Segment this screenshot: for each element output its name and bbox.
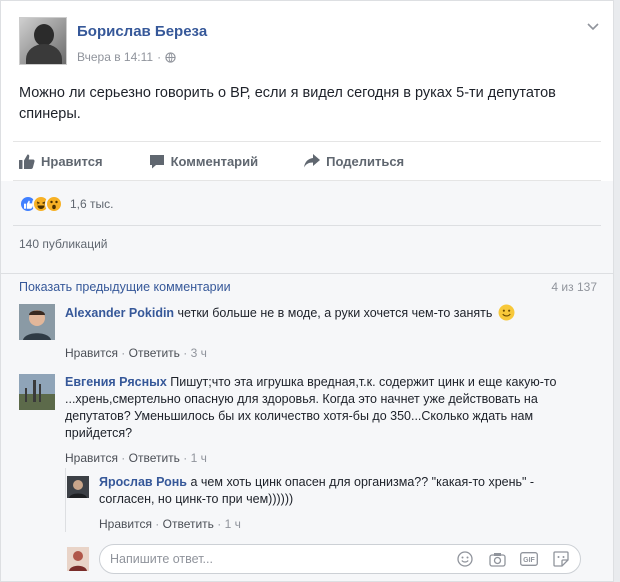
share-arrow-icon [304, 154, 321, 168]
like-label: Нравится [41, 153, 103, 169]
separator: · [183, 346, 188, 360]
author-avatar[interactable] [19, 17, 67, 65]
svg-text:GIF: GIF [523, 557, 535, 564]
chevron-down-icon[interactable] [587, 19, 599, 34]
reply-actions: Нравится · Ответить · 1 ч [99, 517, 241, 531]
gif-icon[interactable]: GIF [520, 550, 538, 568]
post-action-bar: Нравится Комментарий Поделиться [13, 141, 601, 181]
comment-reply-link[interactable]: Ответить [129, 346, 180, 360]
like-button[interactable]: Нравится [19, 154, 103, 169]
comment-button[interactable]: Комментарий [149, 153, 259, 169]
reactions-count: 1,6 тыс. [70, 197, 114, 211]
comment-body: Евгения Рясных Пишут;что эта игрушка вре… [65, 374, 565, 442]
share-label: Поделиться [326, 153, 405, 169]
reactions-summary[interactable]: 1,6 тыс. [19, 195, 113, 213]
separator: · [155, 517, 160, 531]
reply-like-link[interactable]: Нравится [99, 517, 152, 531]
comment-actions: Нравится · Ответить · 3 ч [65, 346, 207, 360]
commenter-avatar[interactable] [19, 304, 55, 340]
smile-emoji-icon [498, 304, 515, 321]
comment-reply-link[interactable]: Ответить [129, 451, 180, 465]
comment-like-link[interactable]: Нравится [65, 451, 118, 465]
sticker-icon[interactable] [552, 550, 570, 568]
globe-icon [165, 51, 176, 63]
shares-count[interactable]: 140 публикаций [19, 237, 108, 251]
emoji-icon[interactable] [456, 550, 474, 568]
summary-divider [13, 225, 601, 226]
meta-separator: · [157, 50, 162, 64]
post-text: Можно ли серьезно говорить о ВР, если я … [19, 85, 556, 122]
wow-reaction-icon [45, 195, 63, 213]
comment-actions: Нравится · Ответить · 1 ч [65, 451, 207, 465]
reply-time[interactable]: 1 ч [225, 517, 241, 531]
commenter-name[interactable]: Евгения Рясных [65, 375, 167, 389]
comment-time[interactable]: 3 ч [191, 346, 207, 360]
separator: · [217, 517, 222, 531]
comments-counter: 4 из 137 [551, 280, 597, 294]
comment-body: Alexander Pokidin четки больше не в моде… [65, 304, 595, 322]
reply-reply-link[interactable]: Ответить [163, 517, 214, 531]
reply-input[interactable]: Напишите ответ... GIF [99, 544, 581, 574]
reply-input-placeholder: Напишите ответ... [110, 552, 213, 566]
comment-icon [149, 154, 164, 168]
comment-like-link[interactable]: Нравится [65, 346, 118, 360]
show-previous-comments-link[interactable]: Показать предыдущие комментарии [19, 280, 231, 294]
reply-avatar[interactable] [67, 476, 89, 498]
reply-body: Ярослав Ронь а чем хоть цинк опасен для … [99, 474, 589, 508]
share-button[interactable]: Поделиться [304, 154, 404, 169]
post-meta: Вчера в 14:11 · [77, 50, 176, 64]
comment-text: четки больше не в моде, а руки хочется ч… [177, 306, 493, 320]
author-name[interactable]: Борислав Береза [77, 23, 207, 40]
comment-label: Комментарий [170, 153, 259, 169]
camera-icon[interactable] [488, 550, 506, 568]
post-summary: 1,6 тыс. 140 публикаций [1, 181, 613, 273]
current-user-avatar [67, 547, 89, 571]
post-time[interactable]: Вчера в 14:11 [77, 50, 153, 64]
post-card: Борислав Береза Вчера в 14:11 · Можно ли… [0, 0, 614, 582]
comment-time[interactable]: 1 ч [191, 451, 207, 465]
comments-section: Показать предыдущие комментарии 4 из 137… [1, 273, 613, 581]
separator: · [183, 451, 188, 465]
reply-thread-line [65, 468, 66, 532]
separator: · [121, 346, 126, 360]
commenter-avatar[interactable] [19, 374, 55, 410]
reply-author-name[interactable]: Ярослав Ронь [99, 475, 187, 489]
thumbs-up-icon [19, 154, 35, 169]
commenter-name[interactable]: Alexander Pokidin [65, 306, 174, 320]
separator: · [121, 451, 126, 465]
